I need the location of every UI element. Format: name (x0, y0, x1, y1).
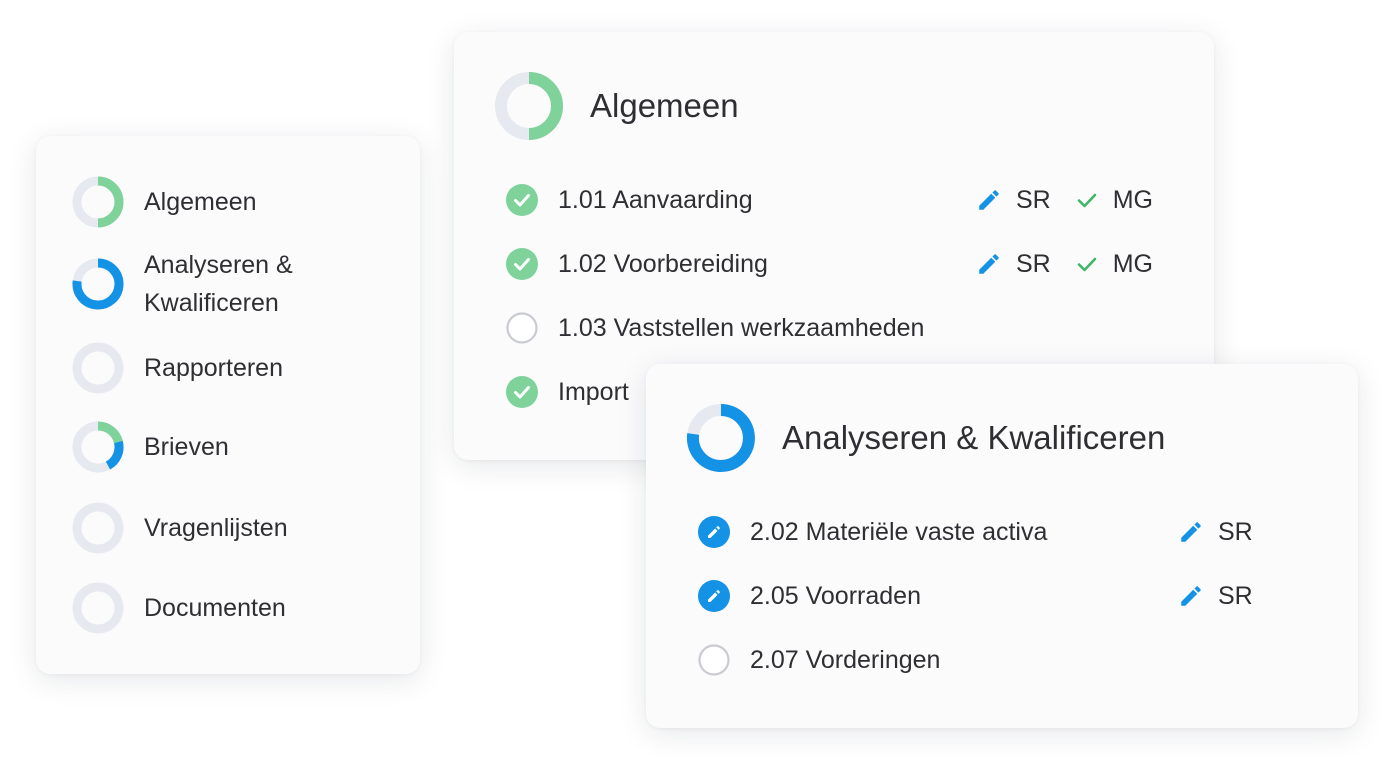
check-circle-icon (506, 184, 538, 216)
task-row[interactable]: 2.05 Voorraden (698, 576, 921, 616)
edit-circle-icon (698, 516, 730, 548)
nav-item-rapporteren[interactable]: Rapporteren (72, 342, 283, 394)
nav-item-label: Analyseren & Kwalificeren (144, 251, 293, 317)
progress-ring-icon (72, 176, 124, 228)
nav-item-brieven[interactable]: Brieven (72, 421, 229, 473)
task-label: 1.03 Vaststellen werkzaamheden (558, 313, 925, 342)
editor-initials: SR (1218, 581, 1253, 610)
pencil-icon (1181, 522, 1201, 542)
empty-circle-icon (506, 312, 538, 344)
nav-item-vragenlijsten[interactable]: Vragenlijsten (72, 502, 288, 554)
nav-item-documenten[interactable]: Documenten (72, 582, 286, 634)
section-nav-card: Algemeen Analyseren & Kwalificeren Rappo… (36, 136, 420, 674)
task-assignees: SR (1178, 512, 1253, 552)
progress-ring-icon (686, 404, 755, 472)
nav-item-label: Brieven (144, 433, 229, 461)
nav-item-label: Algemeen (144, 188, 257, 216)
task-label: 1.02 Voorbereiding (558, 249, 768, 278)
nav-item-label: Documenten (144, 594, 286, 622)
nav-item-label: Vragenlijsten (144, 514, 288, 542)
progress-ring-icon (72, 421, 124, 473)
card-header: Algemeen (494, 71, 739, 141)
reviewer-initials: MG (1112, 249, 1154, 278)
pencil-icon (979, 190, 999, 210)
task-label: Import (558, 377, 629, 406)
task-label: 2.05 Voorraden (750, 581, 921, 610)
nav-item-analyseren[interactable]: Analyseren & Kwalificeren (72, 246, 293, 322)
check-icon (1077, 257, 1097, 272)
card-header: Analyseren & Kwalificeren (686, 403, 1165, 473)
task-row[interactable]: 1.01 Aanvaarding (506, 180, 753, 220)
task-row[interactable]: 2.02 Materiële vaste activa (698, 512, 1047, 552)
task-assignees: SR MG (976, 244, 1153, 284)
task-row[interactable]: 1.02 Voorbereiding (506, 244, 768, 284)
editor-initials: SR (1016, 185, 1051, 214)
card-title: Analyseren & Kwalificeren (782, 419, 1166, 456)
progress-ring-icon (72, 502, 124, 554)
reviewer-initials: MG (1112, 185, 1154, 214)
check-icon (1077, 193, 1097, 208)
pencil-icon (979, 254, 999, 274)
pencil-icon (1181, 586, 1201, 606)
task-label: 2.07 Vorderingen (750, 645, 941, 674)
card-title: Algemeen (590, 87, 739, 124)
task-row[interactable]: Import (506, 372, 629, 412)
check-circle-icon (506, 248, 538, 280)
task-label: 2.02 Materiële vaste activa (750, 517, 1048, 546)
editor-initials: SR (1218, 517, 1253, 546)
empty-circle-icon (698, 644, 730, 676)
task-row[interactable]: 2.07 Vorderingen (698, 640, 940, 680)
nav-item-label: Rapporteren (144, 354, 283, 382)
task-label: 1.01 Aanvaarding (558, 185, 753, 214)
progress-ring-icon (72, 342, 124, 394)
edit-circle-icon (698, 580, 730, 612)
progress-ring-icon (72, 258, 124, 310)
progress-ring-icon (495, 72, 563, 140)
progress-ring-icon (72, 582, 124, 634)
task-assignees: SR (1178, 576, 1253, 616)
task-assignees: SR MG (976, 180, 1153, 220)
task-row[interactable]: 1.03 Vaststellen werkzaamheden (506, 308, 924, 348)
editor-initials: SR (1016, 249, 1051, 278)
analyseren-card: Analyseren & Kwalificeren 2.02 Materiële… (646, 364, 1358, 728)
nav-item-algemeen[interactable]: Algemeen (72, 176, 257, 228)
check-circle-icon (506, 376, 538, 408)
